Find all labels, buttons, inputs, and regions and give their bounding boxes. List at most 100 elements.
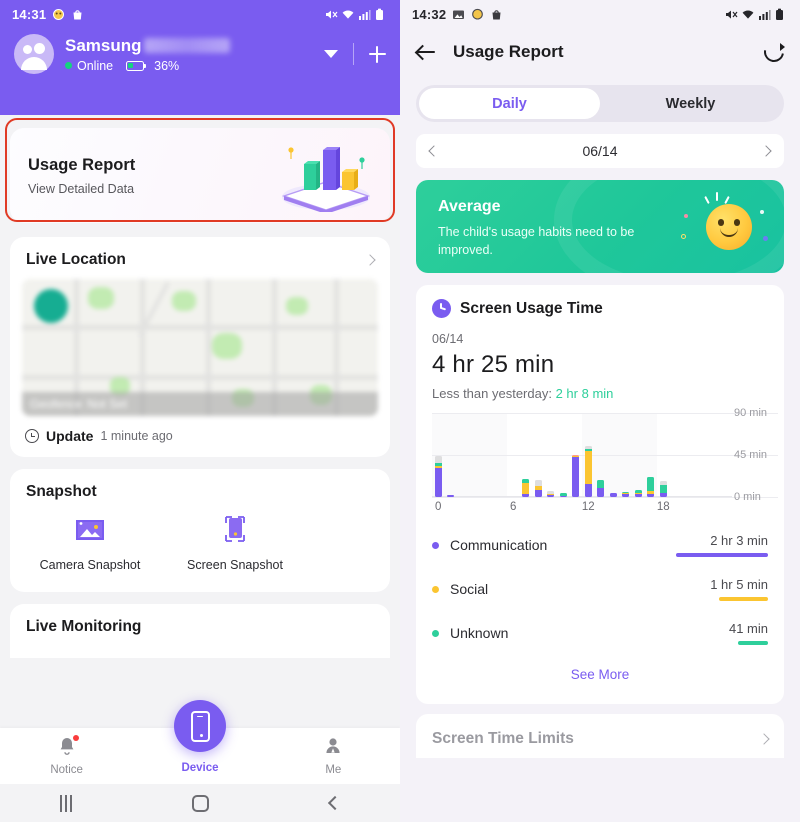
tab-device-label: Device — [181, 761, 219, 774]
screen-snapshot-item[interactable]: Screen Snapshot — [170, 515, 300, 572]
gridline-45 — [432, 455, 778, 456]
screen-time-limits-card[interactable]: Screen Time Limits — [416, 714, 784, 758]
x-tick-label: 6 — [510, 501, 517, 513]
legend-bar — [737, 640, 768, 646]
legend-color-dot — [432, 585, 439, 593]
bar-segment — [647, 477, 655, 492]
chart-bar — [547, 491, 555, 497]
see-more-button[interactable]: See More — [416, 655, 784, 698]
chart-bar — [522, 479, 530, 497]
usage-report-card[interactable]: Usage Report View Detailed Data — [10, 128, 390, 223]
clock-badge-icon — [432, 299, 451, 318]
bar-segment — [434, 468, 442, 497]
recents-icon[interactable] — [60, 794, 73, 812]
bar-segment — [647, 494, 655, 497]
legend-value: 1 hr 5 min — [710, 576, 768, 592]
plus-icon[interactable] — [369, 45, 386, 63]
person-icon — [323, 736, 343, 761]
chart-bar — [622, 492, 630, 497]
page-title: Usage Report — [453, 42, 564, 61]
notice-badge — [72, 735, 79, 741]
bar-chart-illustration-icon — [266, 142, 376, 214]
refresh-icon[interactable] — [760, 38, 788, 66]
avatar — [14, 34, 54, 74]
device-battery-label: 36% — [154, 58, 180, 73]
smiley-face-icon — [706, 204, 752, 250]
legend-value: 41 min — [728, 620, 768, 636]
online-status-label: Online — [77, 58, 114, 73]
home-icon[interactable] — [192, 794, 210, 812]
bar-segment — [572, 456, 580, 497]
back-icon[interactable] — [327, 795, 342, 811]
shopping-bag-icon-right — [490, 8, 503, 21]
y-tick-label: 45 min — [734, 449, 768, 461]
geofence-bar: Geofence Not Set — [22, 392, 378, 416]
profile-name-redacted — [143, 38, 230, 53]
live-monitoring-title: Live Monitoring — [26, 618, 142, 635]
tab-daily[interactable]: Daily — [419, 88, 600, 119]
screen-snapshot-icon — [220, 515, 250, 548]
update-value: 1 minute ago — [100, 429, 173, 443]
chart-bar — [572, 455, 580, 497]
live-monitoring-card[interactable]: Live Monitoring — [10, 604, 390, 658]
dot-blue — [763, 236, 768, 241]
live-location-header[interactable]: Live Location — [10, 237, 390, 279]
phone-icon — [190, 710, 210, 742]
comparison-value: 2 hr 8 min — [555, 386, 614, 401]
bar-segment — [584, 483, 592, 497]
chevron-right-icon[interactable] — [364, 254, 376, 266]
shopping-bag-icon — [71, 8, 84, 21]
dot-yellow-ring — [681, 234, 686, 239]
header-divider — [353, 43, 354, 65]
legend-color-dot — [432, 629, 439, 637]
mute-icon — [324, 8, 338, 21]
legend-bar — [719, 596, 768, 602]
chart-bar — [597, 480, 605, 497]
live-location-card[interactable]: Live Location Geofence Not Set Update 1 … — [10, 237, 390, 457]
legend-row: Unknown 41 min — [432, 611, 768, 655]
chart-bar — [634, 490, 642, 497]
battery-icon — [375, 8, 388, 21]
emoji-icon — [52, 8, 65, 21]
snapshot-card: Snapshot Camera Snapshot Screen Snapshot — [10, 469, 390, 592]
camera-snapshot-icon — [74, 515, 106, 548]
bar-segment — [547, 495, 555, 497]
chart-bar — [447, 495, 455, 497]
screen-usage-time-card: Screen Usage Time 06/14 4 hr 25 min Less… — [416, 285, 784, 704]
bar-segment — [584, 451, 592, 484]
back-arrow-icon[interactable] — [416, 43, 435, 62]
bar-segment — [559, 496, 567, 497]
bell-icon — [57, 735, 79, 761]
tab-me[interactable]: Me — [267, 736, 400, 776]
usage-report-card-wrapper: Usage Report View Detailed Data — [0, 115, 400, 223]
bar-segment — [597, 480, 605, 488]
chart-bar — [559, 493, 567, 497]
sparkle-2 — [716, 192, 718, 201]
screen-snapshot-label: Screen Snapshot — [187, 558, 283, 572]
chevron-down-icon[interactable] — [324, 50, 338, 58]
usage-report-subtitle: View Detailed Data — [28, 181, 135, 196]
device-battery-icon — [126, 60, 147, 71]
map-thumbnail[interactable]: Geofence Not Set — [22, 279, 378, 416]
bar-segment — [659, 493, 667, 497]
tab-weekly[interactable]: Weekly — [600, 88, 781, 119]
status-time-right: 14:32 — [412, 6, 447, 22]
bar-segment — [534, 490, 542, 497]
profile-row[interactable]: Samsung Online 36% — [0, 28, 400, 74]
device-fab-button[interactable] — [174, 700, 226, 752]
bar-segment — [447, 495, 455, 497]
chart-bar — [534, 480, 542, 497]
gridline-90 — [432, 413, 778, 414]
tab-notice[interactable]: Notice — [0, 735, 133, 776]
battery-icon-right — [775, 8, 788, 21]
signal-icon-right — [758, 8, 771, 21]
chart-bar — [434, 455, 442, 497]
chart-bar — [647, 477, 655, 497]
comparison-label: Less than yesterday: — [432, 386, 552, 401]
camera-snapshot-item[interactable]: Camera Snapshot — [25, 515, 155, 572]
chevron-right-icon-stl[interactable] — [758, 733, 770, 745]
geofence-label: Geofence — [30, 397, 83, 411]
tab-me-label: Me — [325, 764, 342, 776]
screen-usage-date: 06/14 — [432, 332, 464, 346]
profile-header: 14:31 Samsung Online 36% — [0, 0, 400, 115]
